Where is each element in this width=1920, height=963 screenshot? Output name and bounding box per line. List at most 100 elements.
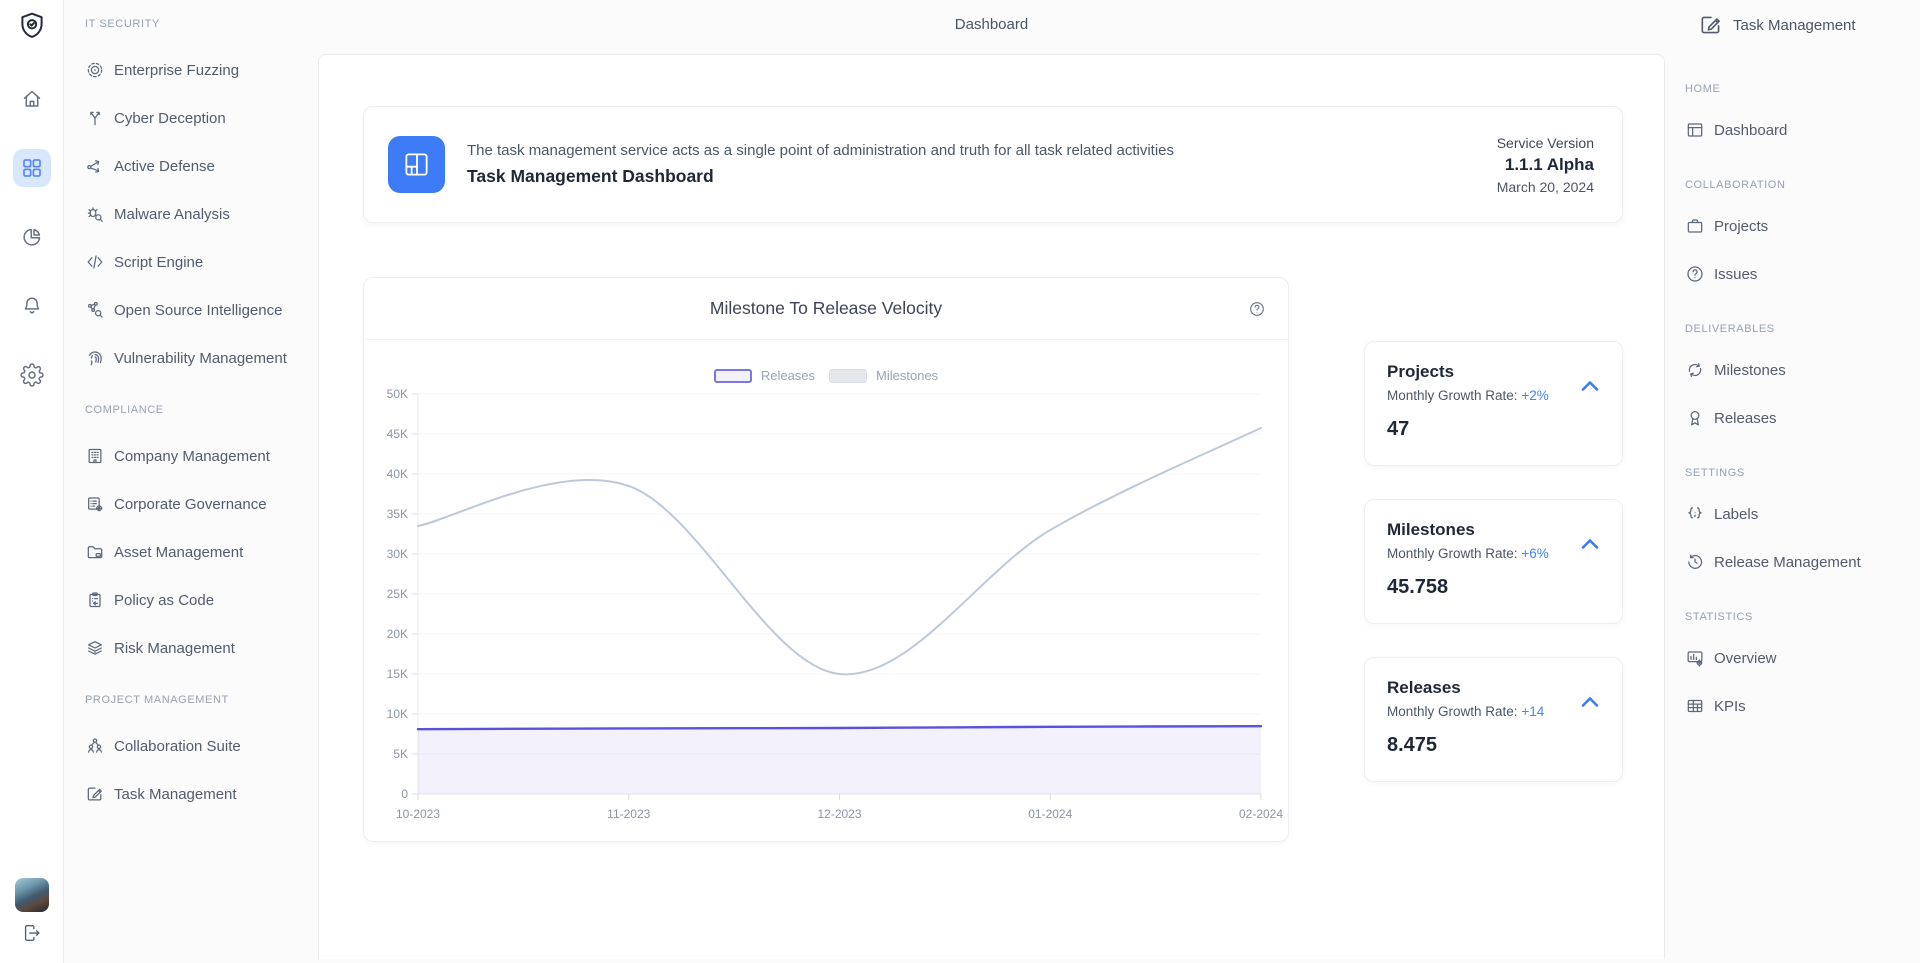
legend-item-milestones[interactable]: Milestones (829, 368, 938, 383)
left-nav-item-label: Policy as Code (114, 592, 214, 609)
right-nav-section-header: HOME (1685, 77, 1920, 101)
right-nav-item-issues[interactable]: Issues (1685, 250, 1920, 298)
svg-text:0: 0 (401, 787, 408, 801)
left-nav-item-label: Script Engine (114, 254, 203, 271)
service-version-label: Service Version (1497, 135, 1594, 151)
fingerprint-icon (85, 348, 105, 368)
left-nav-item-cyber-deception[interactable]: Cyber Deception (85, 94, 318, 142)
left-nav-item-collaboration-suite[interactable]: Collaboration Suite (85, 722, 318, 770)
help-circle-icon[interactable] (1248, 300, 1266, 323)
svg-text:12-2023: 12-2023 (817, 807, 861, 821)
bell-icon (20, 294, 44, 318)
chevron-up-icon[interactable] (1578, 690, 1602, 714)
app-logo shield-check-icon (16, 10, 48, 42)
left-nav-section-project-management: PROJECT MANAGEMENTCollaboration SuiteTas… (85, 688, 318, 818)
branch-icon (85, 108, 105, 128)
right-nav-item-kpis[interactable]: KPIs (1685, 682, 1920, 730)
right-nav-item-milestones[interactable]: Milestones (1685, 346, 1920, 394)
refresh-icon (1685, 360, 1705, 380)
right-nav-section-collaboration: COLLABORATION Projects Issues (1685, 173, 1920, 298)
user-avatar[interactable] (15, 878, 49, 912)
stat-card-growth-rate: Monthly Growth Rate: +6% (1387, 546, 1600, 561)
left-nav-item-company-management[interactable]: Company Management (85, 432, 318, 480)
right-nav-section-header: SETTINGS (1685, 461, 1920, 485)
chart-header: Milestone To Release Velocity (364, 278, 1288, 340)
growth-rate-value: +14 (1521, 704, 1544, 719)
right-nav-item-labels[interactable]: Labels (1685, 490, 1920, 538)
right-nav-item-label: Projects (1714, 218, 1768, 235)
right-nav-section-header: COLLABORATION (1685, 173, 1920, 197)
stat-card-value: 8.475 (1387, 734, 1600, 757)
left-nav-item-corporate-governance[interactable]: Corporate Governance (85, 480, 318, 528)
service-description: The task management service acts as a si… (467, 142, 1475, 159)
chevron-up-icon[interactable] (1578, 374, 1602, 398)
grid-icon (20, 156, 44, 180)
legend-item-releases[interactable]: Releases (714, 368, 815, 383)
left-nav-section-compliance: COMPLIANCE Company ManagementCorporate Go… (85, 398, 318, 672)
left-nav-item-label: Vulnerability Management (114, 350, 287, 367)
right-nav-section-statistics: STATISTICS Overview KPIs (1685, 605, 1920, 730)
right-nav-section-header: STATISTICS (1685, 605, 1920, 629)
left-nav-item-active-defense[interactable]: Active Defense (85, 142, 318, 190)
logout-icon[interactable] (21, 922, 43, 949)
rail-item-apps[interactable] (13, 149, 51, 187)
left-nav-item-enterprise-fuzzing[interactable]: Enterprise Fuzzing (85, 46, 318, 94)
left-nav-item-vulnerability-management[interactable]: Vulnerability Management (85, 334, 318, 382)
home-icon (20, 87, 44, 111)
gear-icon (20, 363, 44, 387)
help-circle-icon (1248, 300, 1266, 318)
left-nav-item-task-management[interactable]: Task Management (85, 770, 318, 818)
stat-card-growth-rate: Monthly Growth Rate: +14 (1387, 704, 1600, 719)
left-nav-item-risk-management[interactable]: Risk Management (85, 624, 318, 672)
edit-square-icon (85, 784, 105, 804)
growth-rate-label: Monthly Growth Rate: (1387, 704, 1521, 719)
right-nav-item-label: KPIs (1714, 698, 1746, 715)
left-nav-item-open-source-intelligence[interactable]: Open Source Intelligence (85, 286, 318, 334)
left-nav-item-malware-analysis[interactable]: Malware Analysis (85, 190, 318, 238)
main-panel: The task management service acts as a si… (318, 54, 1665, 959)
stat-card-value: 45.758 (1387, 576, 1600, 599)
service-version-value: 1.1.1 Alpha (1497, 155, 1594, 175)
module-header-label: Task Management (1733, 17, 1856, 34)
rail-item-notifications[interactable] (13, 287, 51, 325)
svg-text:02-2024: 02-2024 (1239, 807, 1283, 821)
chart-window-icon (1685, 648, 1705, 668)
network-search-icon (85, 300, 105, 320)
left-nav-item-asset-management[interactable]: Asset Management (85, 528, 318, 576)
target-icon (85, 60, 105, 80)
svg-text:45K: 45K (387, 427, 408, 441)
right-nav-item-releases[interactable]: Releases (1685, 394, 1920, 442)
right-nav-item-overview[interactable]: Overview (1685, 634, 1920, 682)
right-nav-item-projects[interactable]: Projects (1685, 202, 1920, 250)
service-version-date: March 20, 2024 (1497, 179, 1594, 195)
right-nav-item-release-management[interactable]: Release Management (1685, 538, 1920, 586)
svg-text:35K: 35K (387, 507, 408, 521)
code-icon (85, 252, 105, 272)
velocity-line-chart: 05K10K15K20K25K30K35K40K45K50K10-202311-… (364, 340, 1290, 843)
layout-icon (1685, 120, 1705, 140)
svg-text:40K: 40K (387, 467, 408, 481)
rail-item-analytics[interactable] (13, 218, 51, 256)
left-nav-item-label: Cyber Deception (114, 110, 226, 127)
chevron-up-icon[interactable] (1578, 532, 1602, 556)
svg-text:20K: 20K (387, 627, 408, 641)
page-title: Dashboard (318, 16, 1665, 33)
left-nav-item-label: Asset Management (114, 544, 243, 561)
left-nav-item-policy-as-code[interactable]: Policy as Code (85, 576, 318, 624)
right-nav-item-label: Labels (1714, 506, 1758, 523)
left-nav-section-header: COMPLIANCE (85, 398, 318, 422)
svg-text:15K: 15K (387, 667, 408, 681)
right-nav-item-dashboard[interactable]: Dashboard (1685, 106, 1920, 154)
stat-card-projects: ProjectsMonthly Growth Rate: +2%47 (1364, 341, 1623, 466)
right-nav-section-header: DELIVERABLES (1685, 317, 1920, 341)
left-nav-item-script-engine[interactable]: Script Engine (85, 238, 318, 286)
icon-rail (0, 0, 64, 963)
svg-text:10K: 10K (387, 707, 408, 721)
rail-item-home[interactable] (13, 80, 51, 118)
edit-square-icon (1698, 12, 1724, 38)
clipboard-icon (85, 590, 105, 610)
stat-card-title: Projects (1387, 362, 1600, 382)
folder-icon (85, 542, 105, 562)
service-title: Task Management Dashboard (467, 166, 1475, 187)
rail-item-settings[interactable] (13, 356, 51, 394)
